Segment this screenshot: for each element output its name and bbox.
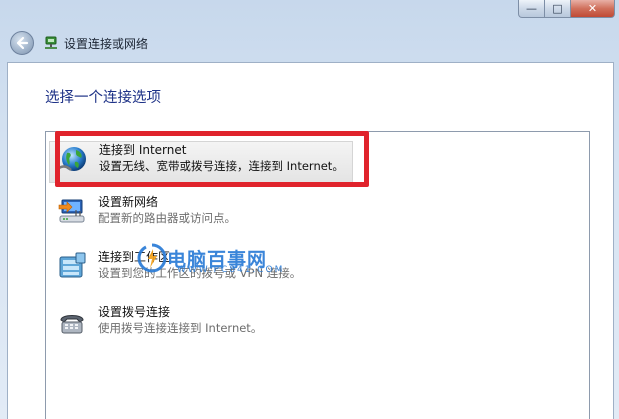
wizard-content: 选择一个连接选项 连接到 Internet 设置无线、宽带或拨号连接，连接到 I… [7,62,614,419]
highlight-annotation [55,131,369,187]
option-title: 设置新网络 [98,195,159,209]
minimize-button[interactable]: — [518,0,545,18]
network-wizard-icon [43,35,59,51]
workplace-icon [59,252,86,278]
titlebar: 设置连接或网络 [0,26,619,60]
option-description: 配置新的路由器或访问点。 [98,211,236,225]
page-heading: 选择一个连接选项 [45,90,161,106]
option-title: 设置拨号连接 [98,305,171,319]
option-setup-dialup[interactable]: 设置拨号连接 使用拨号连接连接到 Internet。 [56,304,262,344]
option-setup-network[interactable]: 设置新网络 配置新的路由器或访问点。 [56,194,236,234]
watermark-logo-icon [137,243,167,273]
maximize-button[interactable]: □ [545,0,571,18]
caption-buttons: — □ ✕ [518,0,615,18]
watermark: 电脑百事网 WWW.PC841.COM [137,243,282,275]
dialup-phone-icon [60,315,84,334]
window-title: 设置连接或网络 [64,36,149,51]
watermark-url: WWW.PC841.COM [177,265,285,275]
close-button[interactable]: ✕ [571,0,615,18]
window-frame: — □ ✕ 设置连接或网络 选择一个连接选项 连接到 Internet 设置无线… [0,0,619,419]
network-setup-icon [58,199,85,223]
option-description: 使用拨号连接连接到 Internet。 [98,321,263,335]
back-button[interactable] [10,31,34,55]
back-arrow-icon [16,36,29,50]
